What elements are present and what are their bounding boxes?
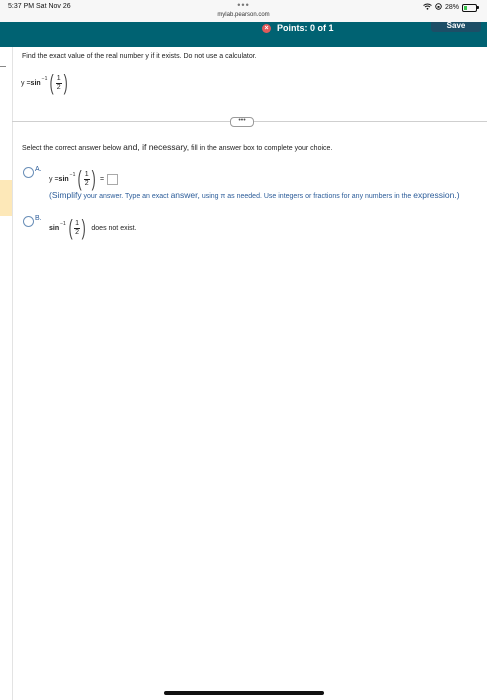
battery-percent: 28% bbox=[444, 4, 459, 11]
sin-function: sin bbox=[58, 175, 69, 183]
points-label: Points: 0 of 1 bbox=[277, 23, 334, 33]
fraction-denominator: 2 bbox=[74, 227, 81, 236]
option-a-letter[interactable]: A. bbox=[35, 166, 42, 173]
status-bar: 5:37 PM Sat Nov 26 ••• mylab.pearson.com… bbox=[0, 0, 487, 22]
option-b-expression: sin −1 ( 1 2 ) does not exist. bbox=[49, 217, 137, 239]
note-part5: expression.) bbox=[413, 190, 460, 200]
gutter-highlight bbox=[0, 180, 12, 216]
right-paren: ) bbox=[63, 70, 68, 95]
fraction-denominator: 2 bbox=[55, 82, 62, 91]
inverse-exponent: −1 bbox=[60, 221, 66, 227]
status-indicators: 28% bbox=[423, 3, 479, 12]
fraction: 1 2 bbox=[55, 74, 62, 92]
gutter-mark bbox=[0, 66, 6, 67]
fraction-denominator: 2 bbox=[83, 178, 90, 187]
question-expression: y = sin −1 ( 1 2 ) bbox=[21, 72, 69, 94]
expand-handle[interactable]: ••• bbox=[230, 117, 254, 127]
home-indicator[interactable] bbox=[164, 691, 324, 695]
note-part2: your answer. Type an exact bbox=[81, 193, 171, 200]
sin-function: sin bbox=[49, 224, 60, 232]
note-part4: using π as needed. Use integers or fract… bbox=[199, 193, 414, 200]
instruction-part1: Select the correct answer below bbox=[22, 145, 124, 152]
battery-icon bbox=[462, 3, 479, 12]
answer-input[interactable] bbox=[107, 173, 119, 185]
option-b-letter[interactable]: B. bbox=[35, 215, 42, 222]
expr-lhs: y = bbox=[21, 79, 31, 87]
inverse-exponent: −1 bbox=[41, 76, 48, 82]
top-bar: × Points: 0 of 1 Save bbox=[0, 22, 487, 47]
instruction-part2: and, if necessary, bbox=[123, 142, 190, 152]
option-a-note: (Simplify your answer. Type an exact ans… bbox=[49, 190, 469, 202]
note-part1: (Simplify bbox=[49, 190, 82, 200]
left-paren: ( bbox=[50, 70, 55, 95]
left-gutter-divider bbox=[12, 47, 13, 700]
url-label[interactable]: mylab.pearson.com bbox=[0, 12, 487, 18]
fraction: 1 2 bbox=[83, 170, 90, 188]
orientation-lock-icon bbox=[435, 3, 442, 12]
instruction-text: Select the correct answer below and, if … bbox=[22, 142, 332, 152]
option-a-radio[interactable] bbox=[23, 167, 34, 178]
inverse-exponent: −1 bbox=[69, 172, 76, 178]
fraction-numerator: 1 bbox=[84, 170, 89, 178]
right-paren: ) bbox=[81, 215, 86, 240]
left-paren: ( bbox=[78, 166, 83, 191]
question-text: Find the exact value of the real number … bbox=[22, 53, 257, 60]
note-part3: answer, bbox=[170, 190, 200, 200]
sin-function: sin bbox=[30, 79, 41, 87]
option-b-radio[interactable] bbox=[23, 216, 34, 227]
option-b-tail: does not exist. bbox=[91, 224, 137, 232]
equals-sign: = bbox=[99, 175, 105, 183]
fraction: 1 2 bbox=[74, 219, 81, 237]
instruction-part3: fill in the answer box to complete your … bbox=[189, 145, 333, 152]
points-indicator: × Points: 0 of 1 bbox=[262, 22, 334, 34]
right-paren: ) bbox=[91, 166, 96, 191]
option-a-expression: y = sin −1 ( 1 2 ) = bbox=[49, 166, 119, 191]
left-paren: ( bbox=[68, 215, 73, 240]
fraction-numerator: 1 bbox=[56, 74, 61, 82]
fraction-numerator: 1 bbox=[75, 219, 80, 227]
more-dots-icon[interactable]: ••• bbox=[0, 0, 487, 10]
wifi-icon bbox=[423, 3, 432, 12]
expr-lhs: y = bbox=[49, 175, 59, 183]
save-button[interactable]: Save bbox=[431, 22, 481, 32]
incorrect-icon: × bbox=[262, 23, 271, 33]
